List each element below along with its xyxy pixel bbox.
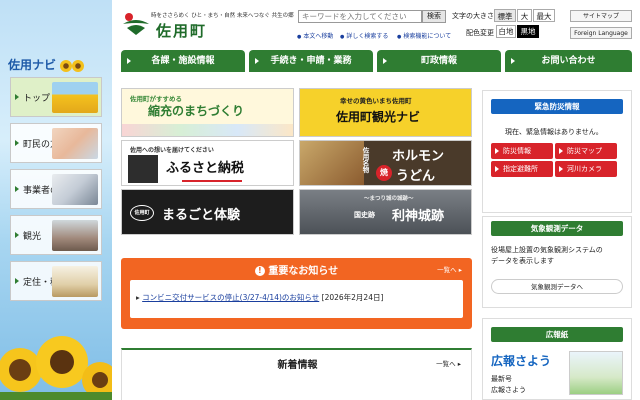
family-photo-thumbnail xyxy=(52,128,98,159)
banner-badge: 佐用町 xyxy=(130,205,154,221)
people-illustration xyxy=(122,124,293,136)
bullet-icon: ▸ xyxy=(136,293,140,302)
public-magazine-box: 広報紙 広報さよう 最新号 広報さよう xyxy=(482,318,632,400)
sidebar-item-tourism[interactable]: 観光 xyxy=(10,215,102,255)
countryside-photo-thumbnail xyxy=(52,266,98,297)
sidebar-item-residents[interactable]: 町民の方へ xyxy=(10,123,102,163)
latest-issue-label: 最新号 xyxy=(491,375,512,383)
notice-title: ! 重要なお知らせ xyxy=(121,262,472,277)
new-info-more-text: 一覧へ xyxy=(436,360,456,368)
sidebar-title-text: 佐用ナビ xyxy=(8,58,57,72)
townscape-photo-thumbnail xyxy=(52,220,98,251)
new-info-more-link[interactable]: 一覧へ ▸ xyxy=(436,358,461,368)
latest-issue-name[interactable]: 広報さよう xyxy=(491,385,526,396)
disaster-status: 現在、緊急情報はありません。 xyxy=(505,128,603,136)
public-magazine-logo: 広報さよう xyxy=(491,354,552,368)
sidebar-item-settlement[interactable]: 定住・移住 xyxy=(10,261,102,301)
hazard-map-button[interactable]: 防災マップ xyxy=(555,143,617,159)
business-photo-thumbnail xyxy=(52,174,98,205)
weather-desc-line1: 役場屋上設置の気象観測システムの xyxy=(491,246,603,254)
notice-more-text: 一覧へ xyxy=(437,266,457,274)
public-magazine-title: 広報紙 xyxy=(491,327,623,342)
disaster-info-box: 緊急防災情報 現在、緊急情報はありません。 防災情報 防災マップ 指定避難所 河… xyxy=(482,90,632,213)
town-name-logo[interactable]: 佐用町 xyxy=(156,20,207,41)
important-notice: ! 重要なお知らせ 一覧へ ▸ ▸ コンビニ交付サービスの停止(3/27-4/1… xyxy=(121,258,472,329)
banner-subtitle: 〜まつり城の城跡〜 xyxy=(364,196,414,202)
sunflower-decoration xyxy=(0,336,112,400)
banner-title-line1: ホルモン xyxy=(392,149,445,164)
color-black-button[interactable]: 黒地 xyxy=(517,25,539,38)
town-tagline: 時をささらめく ひと・まち・自然 未来へつなぐ 共生の郷 xyxy=(151,13,294,19)
sunflower-icon xyxy=(60,59,73,72)
banner-rikan-castle[interactable]: 〜まつり城の城跡〜 国史跡 利神城跡 xyxy=(299,189,472,235)
banner-compact-town[interactable]: 佐用町がすすめる 縮充のまちづくり xyxy=(121,88,294,137)
notice-list: ▸ コンビニ交付サービスの停止(3/27-4/14)のお知らせ [2026年2月… xyxy=(130,280,463,318)
river-camera-button[interactable]: 河川カメラ xyxy=(555,161,617,177)
banner-tourism-navi[interactable]: 幸せの黄色いまち佐用町 佐用町観光ナビ xyxy=(299,88,472,137)
search-help-link[interactable]: 検索機能について xyxy=(397,31,451,40)
magazine-cover-thumbnail[interactable] xyxy=(569,351,623,395)
font-size-largest-button[interactable]: 最大 xyxy=(533,9,555,22)
sidebar-item-business[interactable]: 事業者の方へ xyxy=(10,169,102,209)
notice-item-date: [2026年2月24日] xyxy=(321,293,384,302)
search-button[interactable]: 検索 xyxy=(422,10,446,23)
sidebar: 佐用ナビ トップ 町民の方へ 事業者の方へ 観光 定住・移住 xyxy=(0,0,112,400)
ribbon-decoration xyxy=(182,176,242,182)
banner-title: 縮充のまちづくり xyxy=(148,104,245,118)
banner-title: ふるさと納税 xyxy=(166,161,245,176)
banner-label: 国史跡 xyxy=(354,211,375,219)
udon-photo xyxy=(300,141,364,185)
search-input[interactable] xyxy=(298,10,422,23)
color-change-label: 配色変更 xyxy=(466,29,494,37)
chevron-right-icon: ▸ xyxy=(455,360,461,368)
sidebar-title: 佐用ナビ xyxy=(8,56,85,73)
sitemap-button[interactable]: サイトマップ xyxy=(570,10,632,22)
weather-desc-line2: データを表示します xyxy=(491,257,554,265)
sunflower-field-thumbnail xyxy=(52,82,98,113)
nav-town-admin[interactable]: 町政情報 xyxy=(377,50,501,72)
notice-item-link[interactable]: コンビニ交付サービスの停止(3/27-4/14)のお知らせ xyxy=(142,293,319,302)
warning-icon: ! xyxy=(254,266,265,276)
nav-facilities[interactable]: 各課・施設情報 xyxy=(121,50,245,72)
product-photo xyxy=(128,155,158,183)
sunflower-icon xyxy=(72,59,85,72)
town-logo-icon xyxy=(123,13,149,35)
disaster-info-button[interactable]: 防災情報 xyxy=(491,143,553,159)
new-info-title: 新着情報 xyxy=(277,360,318,371)
weather-data-box: 気象観測データ 役場屋上設置の気象観測システムの データを表示します 気象観測デ… xyxy=(482,216,632,308)
banner-subtitle: 幸せの黄色いまち佐用町 xyxy=(340,97,412,105)
evacuation-site-button[interactable]: 指定避難所 xyxy=(491,161,553,177)
font-size-label: 文字の大きさ xyxy=(452,12,494,20)
weather-data-button[interactable]: 気象観測データへ xyxy=(491,279,623,294)
disaster-info-title: 緊急防災情報 xyxy=(491,99,623,114)
font-size-standard-button[interactable]: 標準 xyxy=(494,9,516,22)
chevron-right-icon: ▸ xyxy=(456,266,462,274)
banner-title: まるごと体験 xyxy=(162,208,241,223)
nav-procedures[interactable]: 手続き・申請・業務 xyxy=(249,50,373,72)
banner-title: 佐用町観光ナビ xyxy=(336,110,421,124)
sidebar-item-label: トップ xyxy=(23,93,51,104)
banner-title: 利神城跡 xyxy=(392,209,445,224)
skip-to-content-link[interactable]: 本文へ移動 xyxy=(297,31,333,40)
banner-side-text: 佐用名物 xyxy=(361,147,369,173)
notice-title-text: 重要なお知らせ xyxy=(268,266,339,277)
banner-title-line2: うどん xyxy=(396,169,436,184)
foreign-language-button[interactable]: Foreign Language xyxy=(570,27,632,39)
banner-experience[interactable]: 佐用町 まるごと体験 xyxy=(121,189,294,235)
weather-data-title: 気象観測データ xyxy=(491,221,623,236)
banner-hometown-tax[interactable]: 佐用への想いを届けてください ふるさと納税 xyxy=(121,140,294,186)
sidebar-item-top[interactable]: トップ xyxy=(10,77,102,117)
font-size-large-button[interactable]: 大 xyxy=(517,9,532,22)
advanced-search-link[interactable]: 詳しく検索する xyxy=(340,31,388,40)
list-item: ▸ コンビニ交付サービスの停止(3/27-4/14)のお知らせ [2026年2月… xyxy=(136,292,383,303)
banner-subtitle: 佐用への想いを届けてください xyxy=(130,147,214,154)
nav-contact[interactable]: お問い合わせ xyxy=(505,50,632,72)
color-white-button[interactable]: 白地 xyxy=(496,25,516,38)
burn-badge: 焼 xyxy=(376,165,392,181)
sidebar-item-label: 観光 xyxy=(23,231,42,242)
notice-more-link[interactable]: 一覧へ ▸ xyxy=(437,264,462,274)
banner-horumon-udon[interactable]: 佐用名物 ホルモン 焼 うどん xyxy=(299,140,472,186)
new-info-section: 新着情報 一覧へ ▸ xyxy=(121,348,472,400)
